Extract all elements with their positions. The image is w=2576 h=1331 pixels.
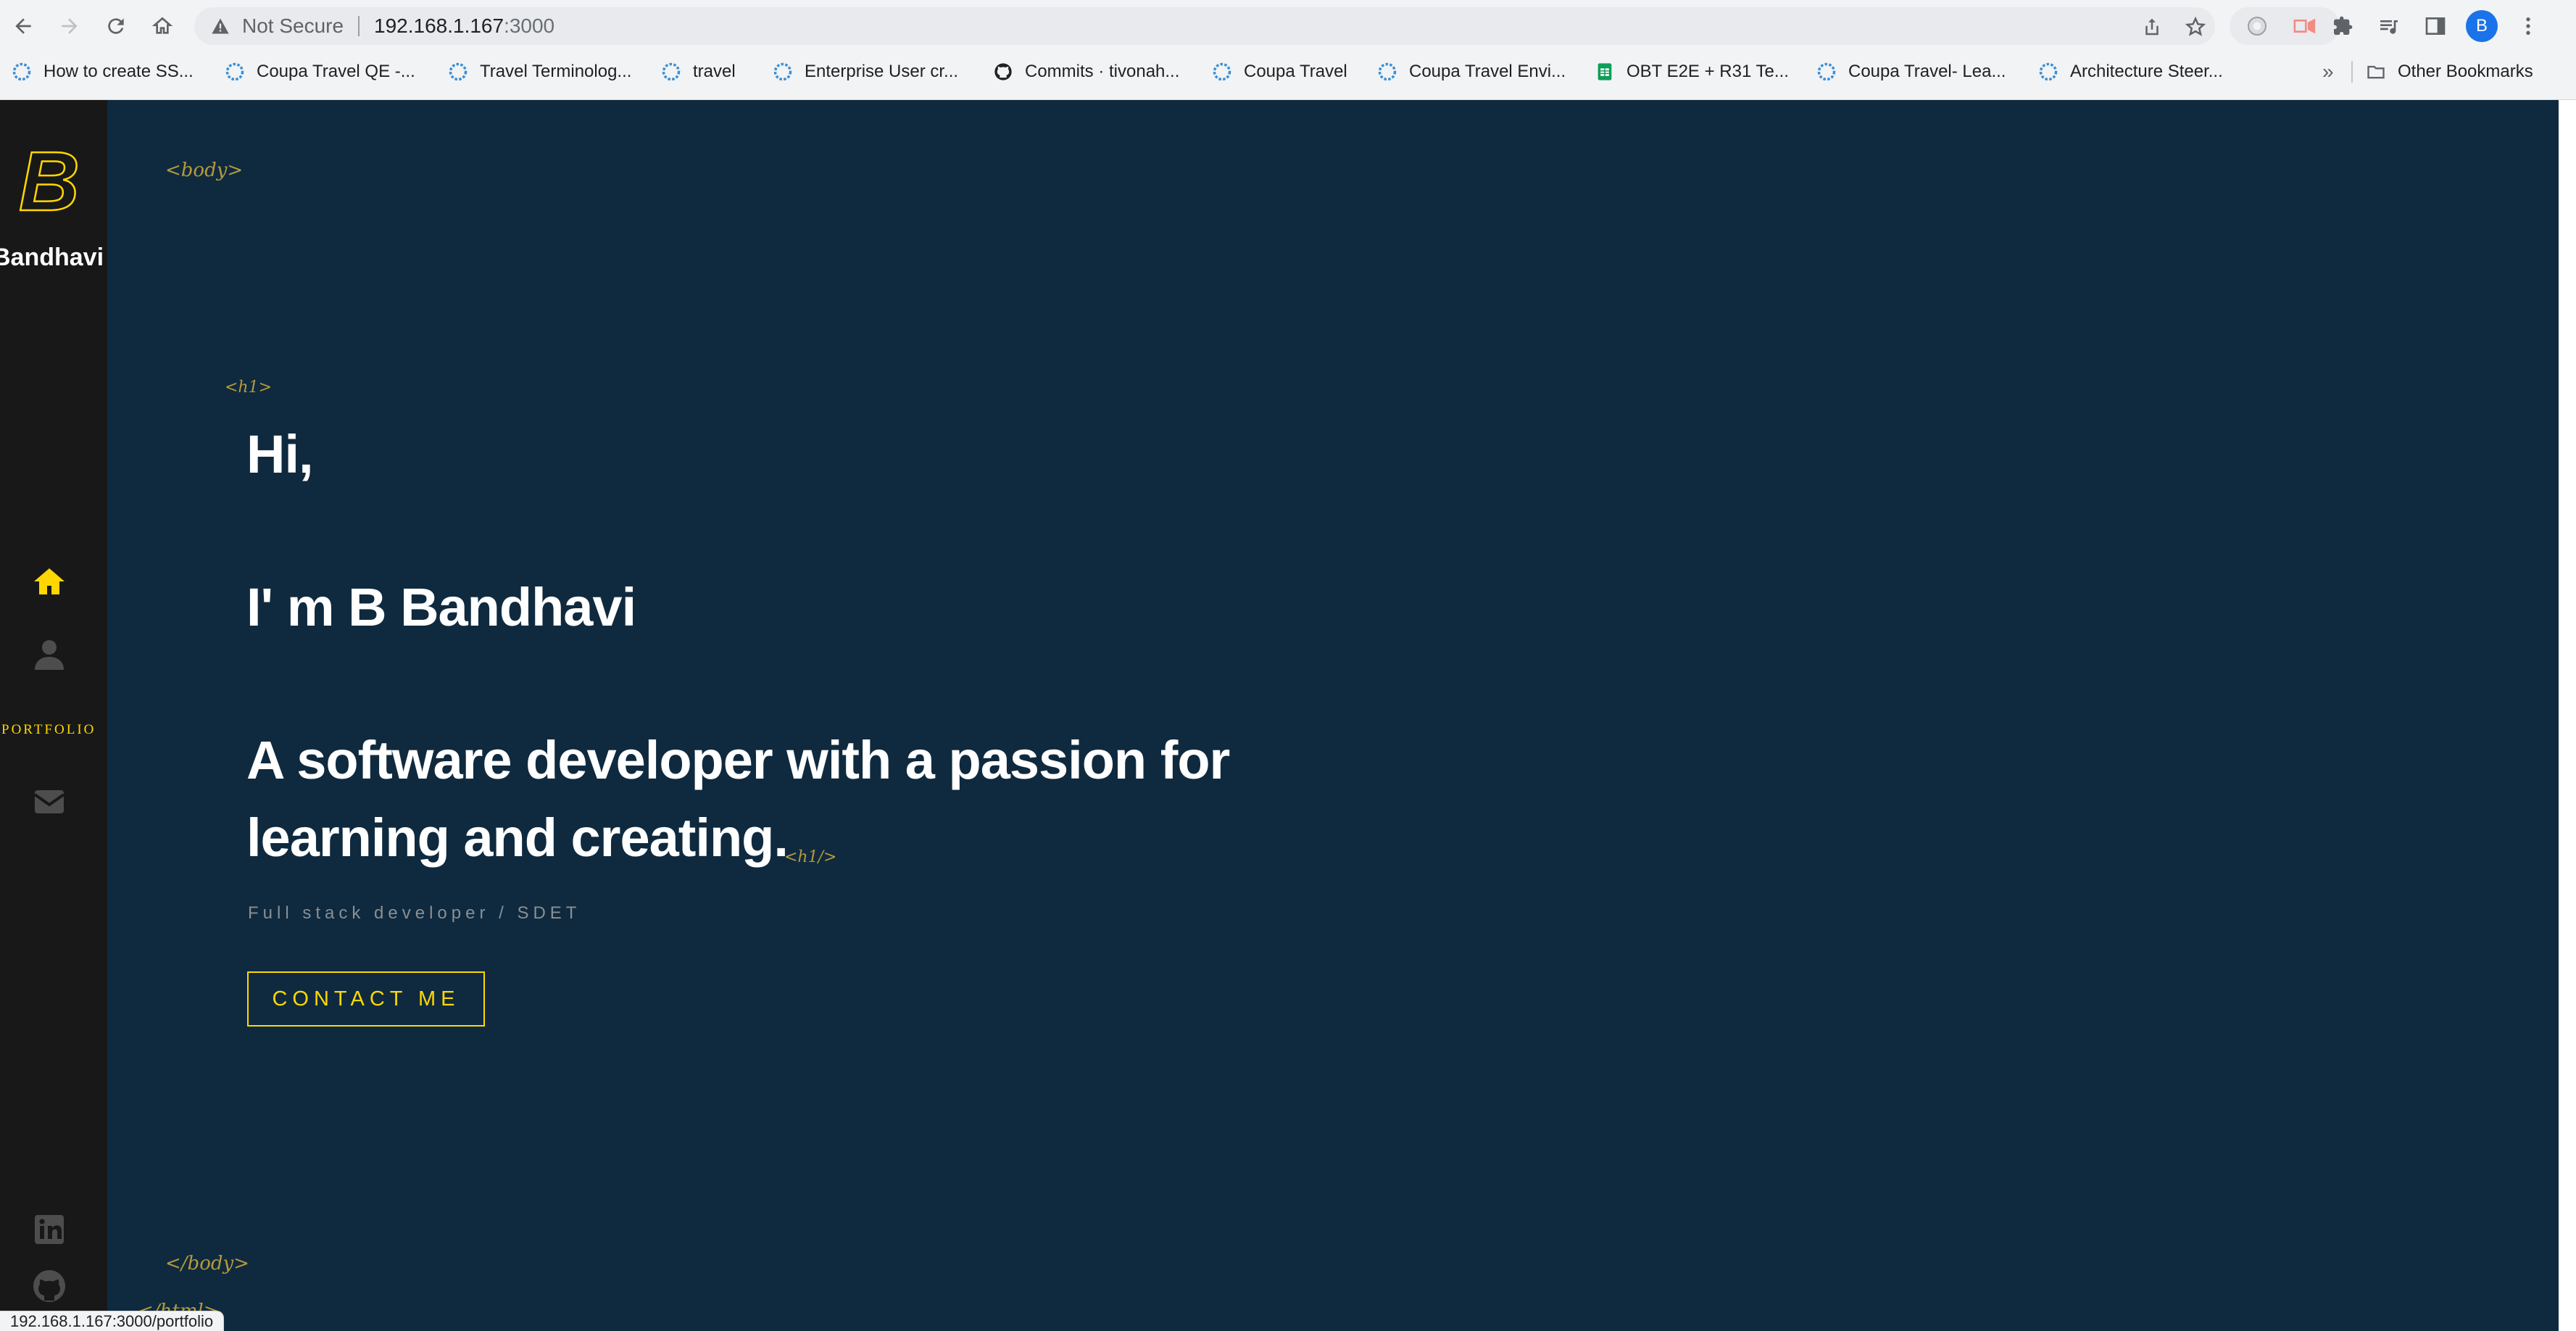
bookmark-item[interactable]: OBT E2E + R31 Te... — [1595, 54, 1789, 90]
forward-button[interactable] — [52, 9, 87, 43]
back-button[interactable] — [6, 9, 41, 43]
bookmarks-bar: How to create SS... Coupa Travel QE -...… — [0, 54, 2576, 90]
hero-name: I' m B Bandhavi — [246, 577, 636, 637]
extension-circle-icon[interactable] — [2245, 14, 2269, 38]
bookmark-label: Coupa Travel- Lea... — [1848, 62, 2006, 81]
bookmark-item[interactable]: Coupa Travel- Lea... — [1816, 54, 2006, 90]
reload-icon — [108, 18, 124, 34]
extensions-button[interactable] — [2330, 13, 2356, 39]
linkedin-icon[interactable] — [32, 1212, 67, 1247]
bookmark-label: Coupa Travel — [1244, 62, 1347, 81]
coupa-logo-icon — [12, 62, 31, 81]
bookmark-label: Enterprise User cr... — [805, 62, 959, 81]
bookmark-item[interactable]: travel — [661, 54, 736, 90]
side-panel-button[interactable] — [2422, 13, 2448, 39]
page-edge — [2559, 100, 2576, 1331]
warning-icon — [212, 18, 229, 34]
omnibox-divider — [358, 16, 360, 36]
profile-avatar[interactable]: B — [2466, 10, 2498, 42]
bookmark-label: Commits · tivonah... — [1025, 62, 1180, 81]
coupa-logo-icon — [449, 62, 468, 81]
folder-icon — [2367, 65, 2385, 79]
url-host: 192.168.1.167 — [374, 14, 504, 37]
coupa-logo-icon — [225, 62, 244, 81]
sidebar-item-portfolio[interactable]: PORTFOLIO — [1, 722, 96, 738]
coupa-logo-icon — [2039, 62, 2058, 81]
bookmark-item[interactable]: Coupa Travel — [1212, 54, 1347, 90]
security-label[interactable]: Not Secure — [242, 7, 344, 45]
address-bar[interactable]: Not Secure 192.168.1.167:3000 — [194, 7, 2215, 45]
coupa-logo-icon — [773, 62, 792, 81]
kebab-menu-icon — [2526, 17, 2530, 35]
hero-greeting: Hi, — [246, 424, 314, 484]
bookmark-label: OBT E2E + R31 Te... — [1626, 62, 1789, 81]
h1-close-tag: <h1/> — [784, 848, 837, 866]
bookmark-label: Coupa Travel QE -... — [257, 62, 415, 81]
share-icon[interactable] — [2141, 16, 2163, 38]
logo[interactable]: B — [14, 141, 84, 220]
envelope-icon[interactable] — [32, 784, 67, 819]
home-outline-icon — [151, 17, 173, 34]
arrow-left-icon — [15, 18, 31, 34]
bookmark-item[interactable]: How to create SS... — [12, 54, 194, 90]
bookmark-item[interactable]: Coupa Travel Envi... — [1377, 54, 1566, 90]
arrow-right-icon — [62, 18, 78, 34]
record-extension-icon[interactable] — [2292, 14, 2318, 38]
extensions-group — [2230, 7, 2340, 45]
bookmark-label: Travel Terminolog... — [480, 62, 632, 81]
bookmark-item[interactable]: Enterprise User cr... — [773, 54, 958, 90]
other-bookmarks-label: Other Bookmarks — [2398, 62, 2533, 81]
bookmarks-overflow-button[interactable]: » — [2322, 54, 2334, 90]
other-bookmarks[interactable]: Other Bookmarks — [2366, 54, 2533, 90]
home-icon[interactable] — [32, 564, 67, 599]
body-close-tag: </body> — [165, 1253, 249, 1274]
puzzle-icon — [2334, 16, 2353, 35]
logo-letter: B — [19, 141, 80, 220]
hero-tagline-line2: learning and creating. — [246, 808, 789, 868]
contact-me-button[interactable]: CONTACT ME — [247, 971, 485, 1027]
home-button[interactable] — [145, 9, 180, 43]
hero-tagline-line1: A software developer with a passion for — [246, 730, 1230, 790]
sidebar: B Bandhavi PORTFOLIO — [0, 100, 107, 1331]
brand-name: Bandhavi — [0, 244, 104, 271]
side-panel-icon — [2425, 17, 2446, 35]
github-icon[interactable] — [32, 1269, 67, 1303]
star-icon[interactable] — [2185, 16, 2206, 38]
bookmark-label: travel — [693, 62, 736, 81]
bookmarks-divider — [2351, 61, 2353, 83]
coupa-logo-icon — [1213, 62, 1231, 81]
user-icon[interactable] — [32, 637, 67, 671]
bookmark-item[interactable]: Architecture Steer... — [2038, 54, 2223, 90]
media-controls-button[interactable] — [2376, 13, 2402, 39]
bookmark-item[interactable]: Commits · tivonah... — [993, 54, 1179, 90]
h1-open-tag: <h1> — [225, 378, 273, 397]
main-content — [107, 100, 2559, 1331]
url-text[interactable]: 192.168.1.167:3000 — [374, 7, 554, 45]
google-sheets-icon — [1597, 63, 1612, 80]
link-status-bar: 192.168.1.167:3000/portfolio — [0, 1311, 225, 1331]
coupa-logo-icon — [1378, 62, 1397, 81]
bookmark-item[interactable]: Travel Terminolog... — [448, 54, 631, 90]
bookmark-label: How to create SS... — [43, 62, 194, 81]
hero-subtitle: Full stack developer / SDET — [248, 903, 581, 923]
coupa-logo-icon — [1817, 62, 1836, 81]
browser-chrome: Not Secure 192.168.1.167:3000 B How to c… — [0, 0, 2576, 100]
playlist-icon — [2380, 20, 2398, 34]
url-port: :3000 — [504, 14, 555, 37]
github-icon — [994, 63, 1012, 80]
browser-menu-button[interactable] — [2515, 13, 2541, 39]
bookmark-item[interactable]: Coupa Travel QE -... — [225, 54, 415, 90]
coupa-logo-icon — [662, 62, 681, 81]
bookmark-label: Coupa Travel Envi... — [1409, 62, 1566, 81]
bookmark-label: Architecture Steer... — [2070, 62, 2223, 81]
reload-button[interactable] — [99, 9, 133, 43]
browser-toolbar: Not Secure 192.168.1.167:3000 B — [0, 0, 2576, 52]
body-open-tag: <body> — [165, 159, 244, 181]
